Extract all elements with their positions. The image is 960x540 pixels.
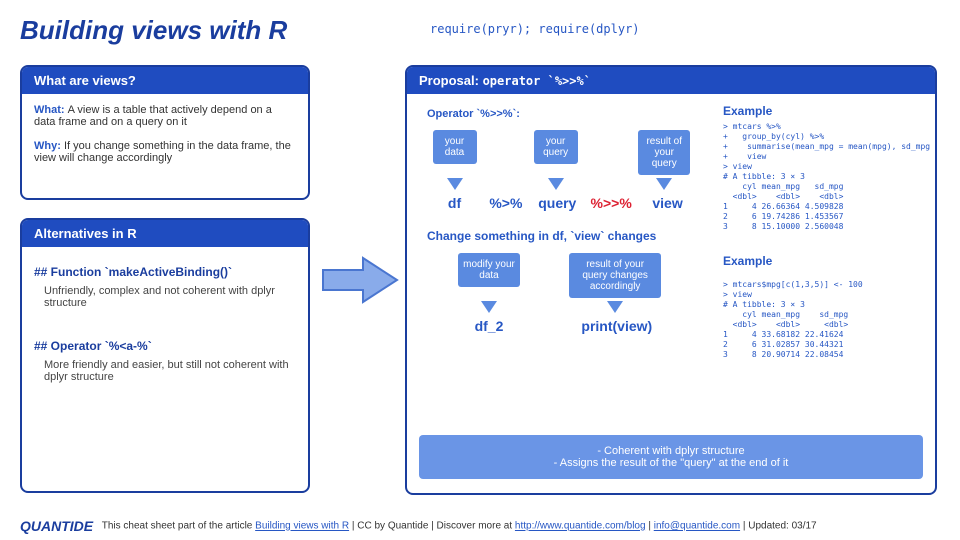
token-df: df xyxy=(427,195,482,211)
change-text: Change something in df, `view` changes xyxy=(427,229,717,243)
panel-proposal: Proposal: operator `%>>%` Operator `%>>%… xyxy=(405,65,937,495)
footer-highlights: - Coherent with dplyr structure - Assign… xyxy=(419,435,923,479)
token-df2: df_2 xyxy=(449,318,529,334)
box-data: your data xyxy=(433,130,477,164)
footer-text: This cheat sheet part of the article xyxy=(102,521,255,532)
flow-diagram-1: your data your query result of your quer… xyxy=(427,130,717,211)
panel-heading: What are views? xyxy=(22,67,308,94)
token-view: view xyxy=(638,195,698,211)
alt1-body: Unfriendly, complex and not coherent wit… xyxy=(44,285,296,309)
example-code-1: > mtcars %>% + group_by(cyl) %>% + summa… xyxy=(723,122,918,232)
box-result: result of your query xyxy=(638,130,690,175)
link-article[interactable]: Building views with R xyxy=(255,521,349,532)
what-text: A view is a table that actively depend o… xyxy=(34,104,272,128)
logo: QUANTIDE xyxy=(20,518,93,534)
why-label: Why: xyxy=(34,140,64,152)
what-label: What: xyxy=(34,104,68,116)
header-code: require(pryr); require(dplyr) xyxy=(430,22,640,36)
panel-heading: Proposal: operator `%>>%` xyxy=(407,67,935,94)
foot-line2: - Assigns the result of the "query" at t… xyxy=(429,457,913,469)
box-result2: result of your query changes accordingly xyxy=(569,253,661,298)
arrow-icon xyxy=(320,255,400,305)
example-code-2: > mtcars$mpg[c(1,3,5)] <- 100 > view # A… xyxy=(723,280,918,360)
panel-heading: Alternatives in R xyxy=(22,220,308,247)
token-pipe: %>% xyxy=(486,195,526,211)
bottom-bar: QUANTIDE This cheat sheet part of the ar… xyxy=(20,518,945,534)
token-viewpipe: %>>% xyxy=(589,195,634,211)
foot-line1: - Coherent with dplyr structure xyxy=(429,445,913,457)
op-code: operator `%>>%` xyxy=(483,74,591,88)
example-heading: Example xyxy=(723,254,918,268)
example-heading: Example xyxy=(723,104,918,118)
why-text: If you change something in the data fram… xyxy=(34,140,291,164)
token-query: query xyxy=(530,195,585,211)
alt2-body: More friendly and easier, but still not … xyxy=(44,359,296,383)
box-modify: modify your data xyxy=(458,253,520,287)
panel-alternatives: Alternatives in R ## Function `makeActiv… xyxy=(20,218,310,493)
box-query: your query xyxy=(534,130,578,164)
flow-diagram-2: modify your data result of your query ch… xyxy=(449,253,717,334)
link-email[interactable]: info@quantide.com xyxy=(654,521,740,532)
alt1-heading: ## Function `makeActiveBinding()` xyxy=(34,265,296,279)
operator-title: Operator `%>>%`: xyxy=(427,108,717,120)
footer-text: | CC by Quantide | Discover more at xyxy=(352,521,515,532)
footer-text: | Updated: 03/17 xyxy=(743,521,817,532)
page-title: Building views with R xyxy=(20,15,287,46)
token-print: print(view) xyxy=(567,318,667,334)
link-blog[interactable]: http://www.quantide.com/blog xyxy=(515,521,646,532)
panel-what-are-views: What are views? What: A view is a table … xyxy=(20,65,310,200)
alt2-heading: ## Operator `%<a-%` xyxy=(34,339,296,353)
